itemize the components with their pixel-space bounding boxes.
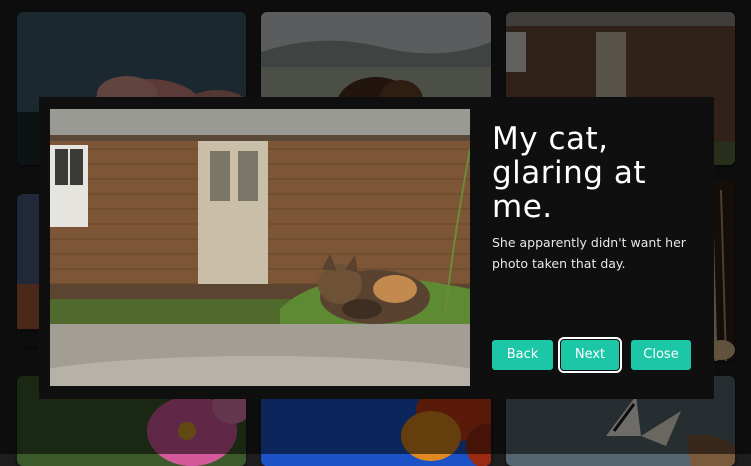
close-button[interactable]: Close (631, 340, 691, 370)
next-button[interactable]: Next (558, 337, 622, 373)
cat-photo (50, 109, 470, 386)
lightbox-title: My cat, glaring at me. (492, 121, 646, 225)
lightbox-photo (50, 109, 470, 386)
lightbox-description: She apparently didn't want her photo tak… (492, 235, 686, 271)
back-button[interactable]: Back (492, 340, 553, 370)
lightbox-modal: My cat, glaring at me. She apparently di… (39, 97, 714, 399)
